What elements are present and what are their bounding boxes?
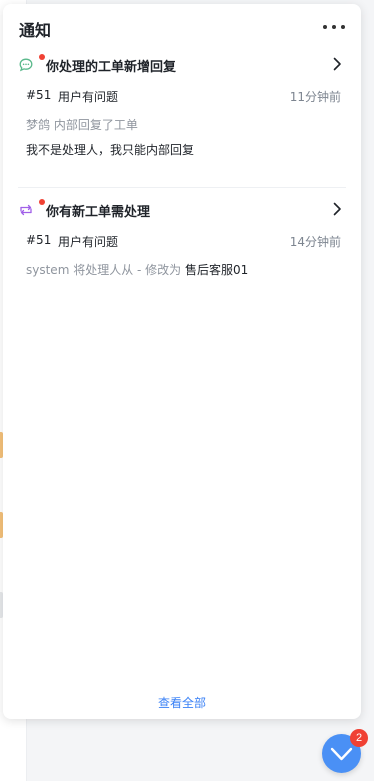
notification-body: 我不是处理人，我只能内部回复 [26,143,195,157]
chat-bubble-icon [19,58,33,72]
unread-count-badge: 2 [350,729,368,747]
notification-meta: 梦鸽 内部回复了工单 [26,118,138,132]
notification-item-new-ticket[interactable]: 你有新工单需处理 #51 用户有问题 14分钟前 system 将处理人从 - … [18,199,346,289]
ticket-row: #51 用户有问题 11分钟前 [18,86,346,106]
notification-header: 你处理的工单新增回复 [18,54,346,76]
transfer-icon [20,204,32,216]
ticket-number: #51 [26,233,52,247]
meta-target-assignee: 售后客服01 [185,263,249,277]
panel-header: 通知 [19,16,345,40]
more-dot-icon [341,25,345,29]
more-dot-icon [332,25,336,29]
ticket-subject: 用户有问题 [58,235,119,249]
notification-header: 你有新工单需处理 [18,199,346,221]
ticket-subject: 用户有问题 [58,90,119,104]
unread-dot [39,54,45,60]
notification-time: 11分钟前 [289,90,341,104]
view-all-link[interactable]: 查看全部 [3,694,361,711]
notification-title: 你处理的工单新增回复 [46,60,177,75]
unread-dot [39,199,45,205]
notification-item-reply[interactable]: 你处理的工单新增回复 #51 用户有问题 11分钟前 梦鸽 内部回复了工单 我不… [18,54,346,188]
ticket-row: #51 用户有问题 14分钟前 [18,231,346,251]
panel-title: 通知 [19,21,52,40]
chevron-right-icon[interactable] [330,57,344,71]
more-dot-icon [323,25,327,29]
chevron-down-icon [330,747,353,761]
notification-panel: 通知 你处理的工单新增回复 #51 用户有问题 11分钟前 梦鸽 内部回复了工单… [3,4,361,719]
meta-prefix: system 将处理人从 - 修改为 [26,263,182,277]
ticket-number: #51 [26,88,52,102]
chevron-right-icon[interactable] [330,202,344,216]
notification-meta: system 将处理人从 - 修改为 售后客服01 [18,261,346,278]
notification-time: 14分钟前 [289,235,341,249]
more-options-button[interactable] [323,16,345,38]
notification-title: 你有新工单需处理 [46,205,151,220]
